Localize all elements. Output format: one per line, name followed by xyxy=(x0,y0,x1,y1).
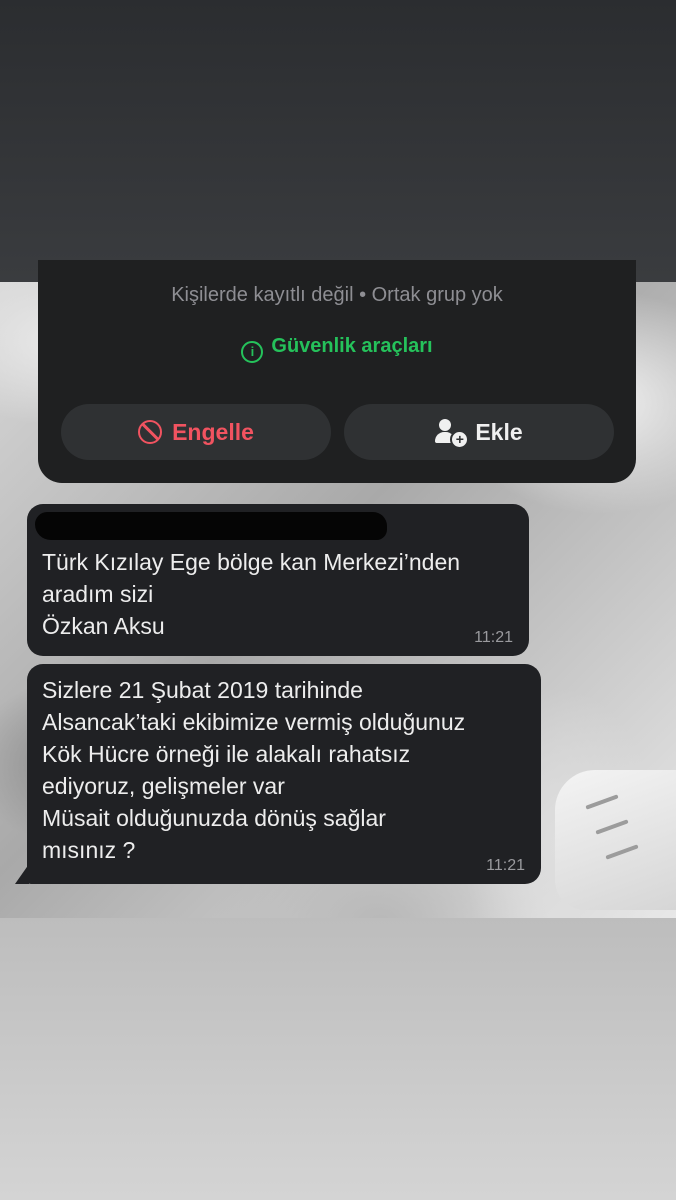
message-line: Alsancak’taki ekibimize vermiş olduğunuz xyxy=(42,709,466,735)
info-circle-icon: i xyxy=(241,341,264,363)
message-line: Müsait olduğunuzda dönüş sağlar xyxy=(42,805,386,831)
message-text: Türk Kızılay Ege bölge kan Merkezi’nden … xyxy=(42,546,460,642)
block-icon xyxy=(138,420,163,444)
message-bubble[interactable]: Türk Kızılay Ege bölge kan Merkezi’nden … xyxy=(27,504,529,656)
message-line: Türk Kızılay Ege bölge kan Merkezi’nden xyxy=(42,549,461,575)
bottom-gray-band xyxy=(0,918,676,1200)
block-button[interactable]: Engelle xyxy=(61,404,331,460)
add-contact-button[interactable]: + Ekle xyxy=(344,404,614,460)
block-button-label: Engelle xyxy=(172,418,254,445)
message-line: Sizlere 21 Şubat 2019 tarihinde xyxy=(42,677,363,703)
wallpaper-shoe xyxy=(555,770,676,910)
security-tools-label: Güvenlik araçları xyxy=(271,335,433,357)
add-person-icon: + xyxy=(435,419,470,449)
message-line: mısınız ? xyxy=(42,837,136,863)
message-timestamp: 11:21 xyxy=(486,857,525,874)
contact-status-text: Kişilerde kayıtlı değil • Ortak grup yok xyxy=(171,284,503,306)
security-tools-link[interactable]: i Güvenlik araçları xyxy=(38,335,636,363)
redacted-sender-name xyxy=(35,512,387,540)
message-line: Özkan Aksu xyxy=(42,613,165,639)
message-timestamp: 11:21 xyxy=(474,629,513,646)
contact-info-card: Kişilerde kayıtlı değil • Ortak grup yok… xyxy=(38,260,636,483)
add-button-label: Ekle xyxy=(475,418,523,445)
message-line: aradım sizi xyxy=(42,581,154,607)
message-bubble[interactable]: Sizlere 21 Şubat 2019 tarihinde Alsancak… xyxy=(27,664,541,884)
top-dark-band xyxy=(0,0,676,282)
message-text: Sizlere 21 Şubat 2019 tarihinde Alsancak… xyxy=(42,674,465,866)
message-line: Kök Hücre örneği ile alakalı rahatsız xyxy=(42,741,411,767)
message-line: ediyoruz, gelişmeler var xyxy=(42,773,285,799)
